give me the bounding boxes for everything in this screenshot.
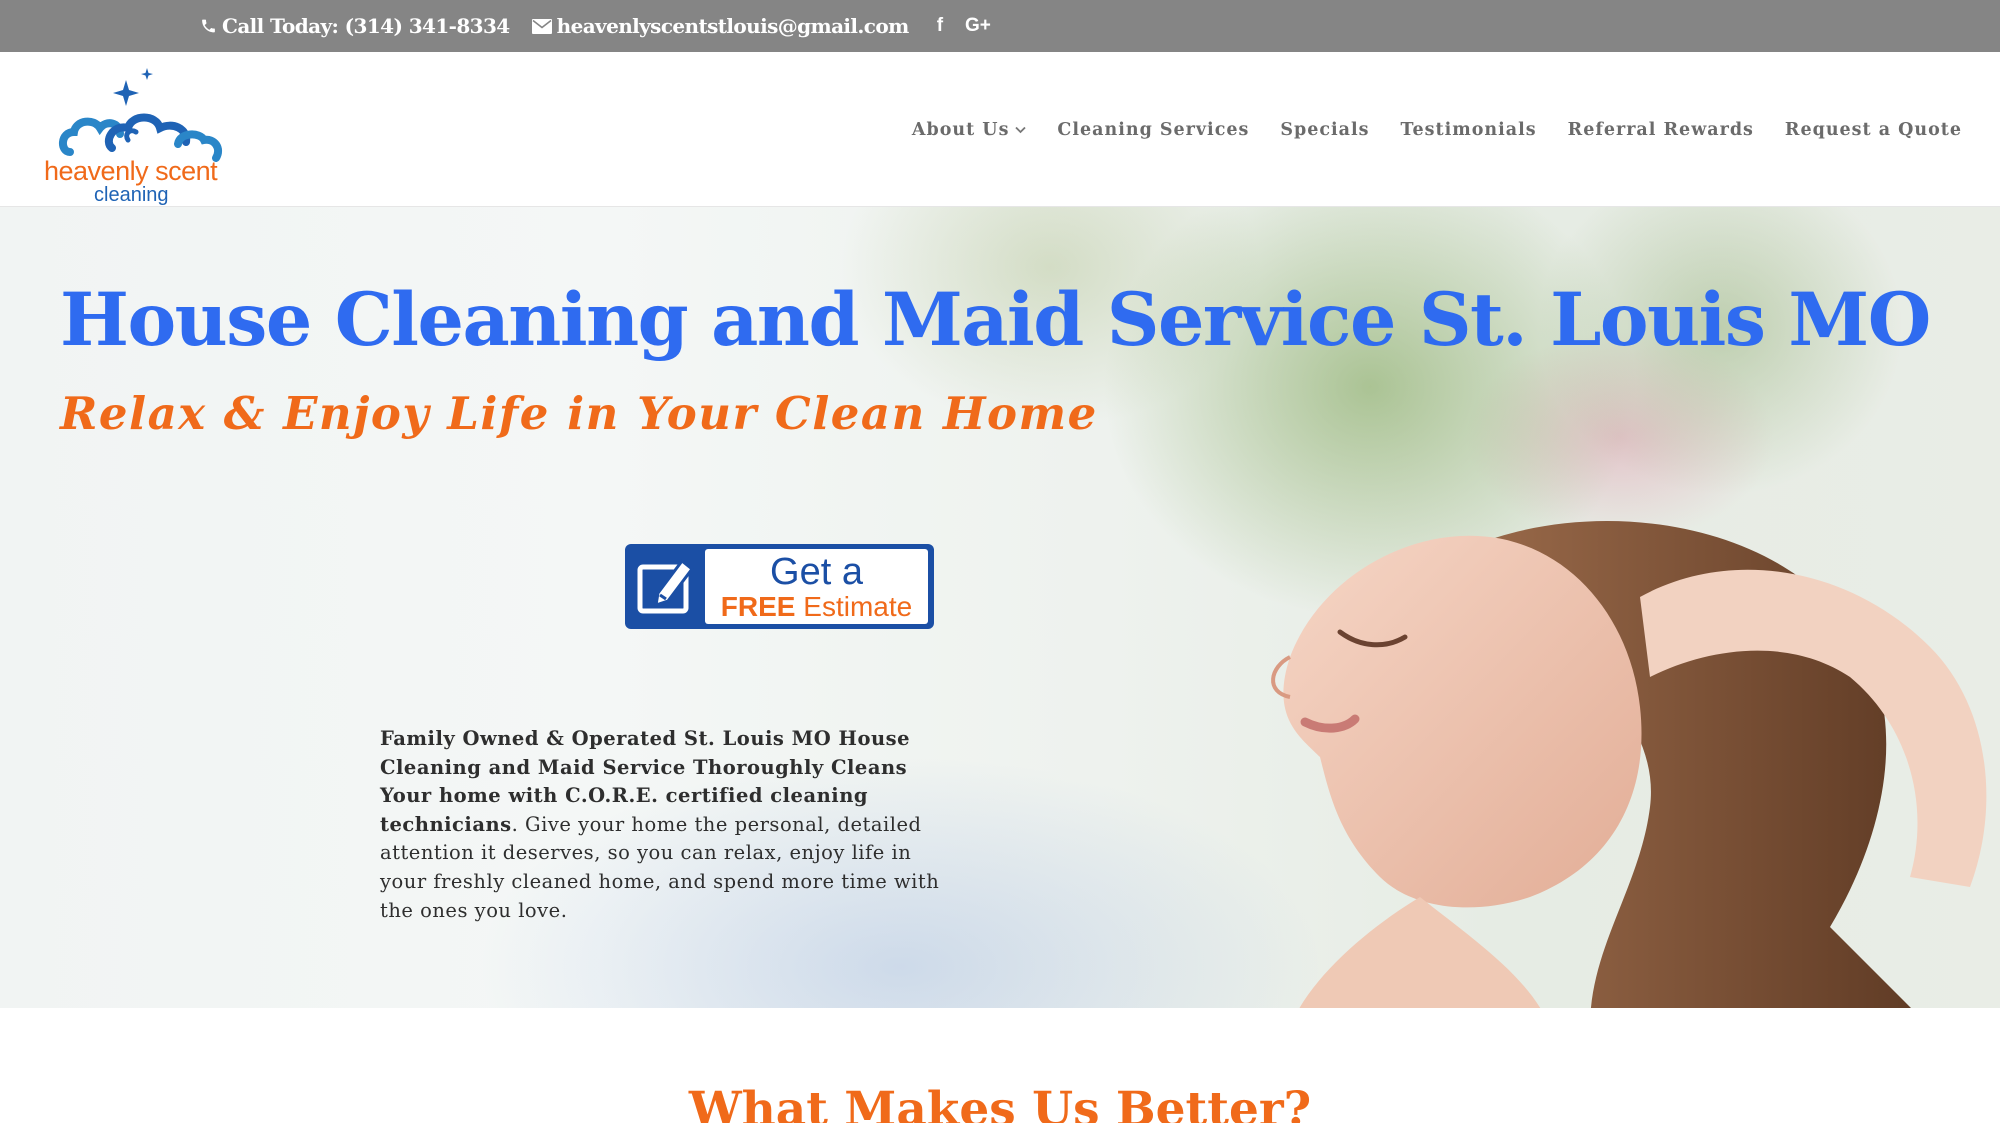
social-links: f G+	[937, 15, 991, 37]
cloud-logo-icon	[59, 68, 223, 162]
estimate-free: FREE	[720, 591, 796, 622]
main-nav: About Us Cleaning Services Specials Test…	[881, 52, 1962, 207]
email-text: heavenlyscentstlouis@gmail.com	[556, 14, 910, 38]
nav-about-us[interactable]: About Us	[912, 120, 1027, 140]
site-header: heavenly scent cleaning About Us Cleanin…	[0, 52, 2000, 207]
phone-text: Call Today: (314) 341-8334	[222, 14, 510, 38]
top-bar: Call Today: (314) 341-8334 heavenlyscent…	[0, 0, 2000, 52]
nav-cleaning-services[interactable]: Cleaning Services	[1057, 120, 1249, 140]
hero-subtitle: Relax & Enjoy Life in Your Clean Home	[60, 387, 1098, 440]
nav-testimonials[interactable]: Testimonials	[1401, 120, 1537, 140]
hero-woman-image	[1271, 521, 1987, 1008]
hero-section: House Cleaning and Maid Service St. Loui…	[0, 207, 2000, 1008]
email-link[interactable]: heavenlyscentstlouis@gmail.com	[531, 14, 910, 38]
logo[interactable]: heavenly scent cleaning	[40, 62, 250, 206]
nav-specials[interactable]: Specials	[1280, 120, 1369, 140]
hero-title: House Cleaning and Maid Service St. Loui…	[60, 277, 1931, 363]
nav-referral-rewards[interactable]: Referral Rewards	[1568, 120, 1754, 140]
edit-document-icon	[637, 558, 695, 614]
phone-link[interactable]: Call Today: (314) 341-8334	[200, 14, 510, 38]
estimate-line1: Get a	[770, 551, 863, 593]
nav-about-us-label: About Us	[911, 119, 1010, 140]
section-heading: What Makes Us Better?	[688, 1082, 1312, 1123]
hero-intro-text: Family Owned & Operated St. Louis MO Hou…	[380, 725, 940, 925]
logo-wordmark: heavenly scent	[44, 156, 218, 186]
estimate-word: Estimate	[795, 591, 913, 622]
free-estimate-button[interactable]: Get a FREE Estimate	[625, 544, 934, 629]
facebook-icon[interactable]: f	[937, 15, 943, 37]
google-plus-icon[interactable]: G+	[965, 15, 991, 37]
free-estimate-label-box: Get a FREE Estimate	[705, 549, 928, 624]
nav-request-a-quote[interactable]: Request a Quote	[1785, 120, 1962, 140]
envelope-icon	[531, 18, 552, 34]
logo-subtitle: cleaning	[94, 184, 169, 206]
phone-icon	[202, 19, 215, 33]
chevron-down-icon	[1015, 126, 1027, 133]
contact-info: Call Today: (314) 341-8334 heavenlyscent…	[200, 0, 991, 52]
estimate-line2: FREE Estimate	[705, 591, 928, 623]
